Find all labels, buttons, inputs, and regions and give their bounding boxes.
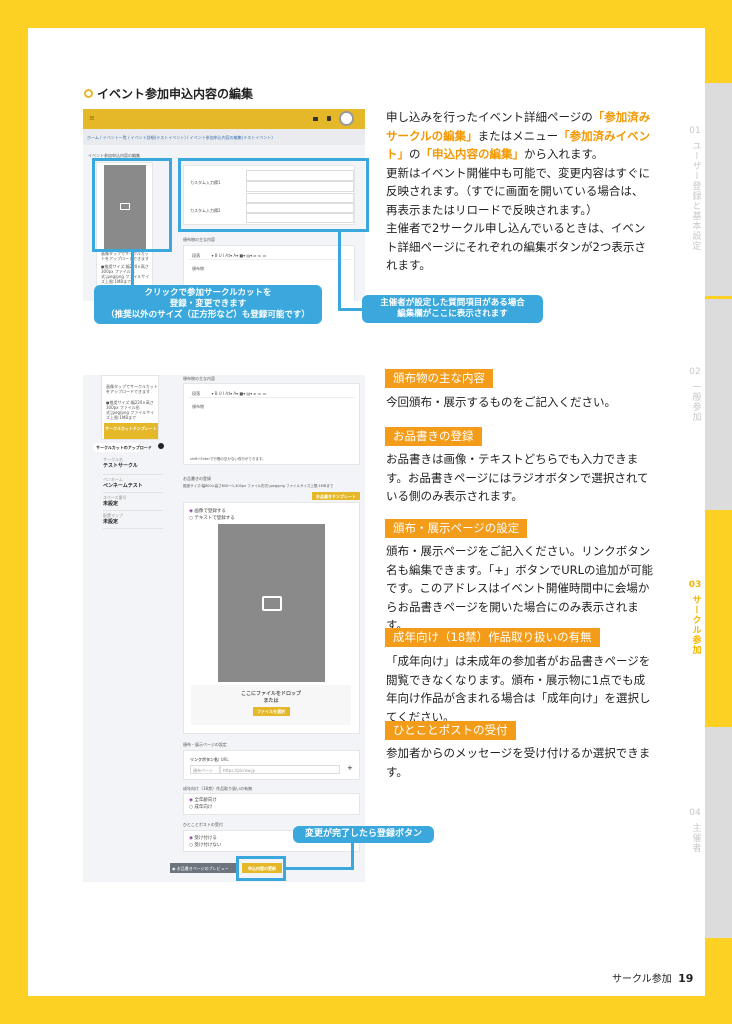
tab-label-02: 02 一般参加 [689, 367, 701, 422]
menu-image-placeholder[interactable] [218, 524, 325, 682]
items-label: 頒布物の主な内容 [183, 237, 215, 242]
text-menu: お品書きは画像・テキストどちらでも入力できます。お品書きページにはラジオボタンで… [386, 452, 649, 503]
avatar[interactable] [339, 111, 354, 126]
items-editor[interactable]: 段落 ▾ B U I A‡▾ A▾ ■▾ ▤▾ ⌀ ≔ ≕ 頒布物 shift+… [183, 383, 360, 465]
editor-placeholder: 頒布物 [192, 266, 204, 271]
help-icon[interactable] [158, 443, 164, 449]
cut-note: 画像タップでサークルカットをアップロードできます [101, 251, 149, 261]
footer-chapter: サークル参加 [612, 974, 672, 985]
text-adult: 「成年向け」は未成年の参加者がお品書きページを閲覧できなくなります。頒布・展示物… [386, 654, 651, 724]
radio-adult[interactable]: ○ 成年向け [189, 804, 212, 811]
highlight-custom [178, 158, 369, 232]
breadcrumb-text[interactable]: ホーム / イベント一覧 / イベント詳細(テストイベント) / イベント参加申… [87, 135, 273, 140]
link-label: リンクボタン名/ URL [190, 757, 229, 762]
section-title: イベント参加申込内容の編集 [97, 87, 254, 101]
menu-card: ◉ 画像で登録する ○ テキストで登録する ここにファイルをドロップ または フ… [183, 502, 360, 734]
tab-label-01: 01 ユーザー登録と基本設定 [689, 126, 701, 251]
lock-icon[interactable] [327, 116, 331, 121]
heading-items: 頒布物の主な内容 [385, 369, 493, 388]
link-url-input[interactable]: https://picrew.jp [220, 765, 340, 774]
screenshot-edit-bottom: 画像タップでサークルカットをアップロードできます ●推奨サイズ:幅220×高さ3… [83, 375, 365, 882]
cut-upload-button[interactable]: サークルカットのアップロード [93, 443, 152, 452]
intro-paragraph: 申し込みを行ったイベント詳細ページの「参加済みサークルの編集」またはメニュー「参… [386, 110, 651, 272]
radio-image[interactable]: ◉ 画像で登録する [189, 508, 226, 515]
heading-post: ひとことポストの受付 [385, 721, 516, 740]
callout-cut: クリックで参加サークルカットを 登録・変更できます （推奨以外のサイズ（正方形な… [94, 285, 322, 324]
radio-post-no[interactable]: ○ 受け付けない [189, 842, 221, 849]
heading-adult: 成年向け（18禁）作品取り扱いの有無 [385, 628, 600, 647]
text-items: 今回頒布・展示するものをご記入ください。 [386, 395, 616, 409]
connector [338, 232, 341, 310]
cut-template-button[interactable]: サークルカットテンプレート [104, 423, 158, 439]
radio-post-yes[interactable]: ◉ 受け付ける [189, 835, 217, 842]
page-number: 19 [678, 972, 694, 985]
editor-placeholder: 頒布物 [192, 404, 204, 409]
mail-icon[interactable] [313, 117, 318, 121]
connector [286, 867, 354, 870]
menu-note: 推奨サイズ:幅800×高さ800〜1,400px ファイル形式:jpeg/png… [183, 484, 334, 488]
page-footer: サークル参加 19 [612, 970, 693, 985]
radio-all-ages[interactable]: ◉ 全年齢向け [189, 797, 217, 804]
post-label: ひとことポストの受付 [183, 822, 223, 827]
bullet-icon [84, 89, 93, 98]
heading-menu: お品書きの登録 [385, 427, 482, 446]
select-file-button[interactable]: ファイルを選択 [252, 707, 290, 716]
cut-card[interactable]: 画像タップでサークルカットをアップロードできます ●推奨サイズ:幅220×高さ3… [101, 375, 159, 440]
text-page: 頒布・展示ページをご記入ください。リンクボタン名も編集できます。「+」ボタンでU… [386, 544, 654, 632]
callout-submit: 変更が完了したら登録ボタン [293, 826, 434, 843]
breadcrumb: ホーム / イベント一覧 / イベント詳細(テストイベント) / イベント参加申… [83, 129, 365, 145]
highlight-submit [236, 856, 286, 881]
adult-card: ◉ 全年齢向け ○ 成年向け [183, 793, 360, 815]
add-url-button[interactable]: + [347, 764, 353, 772]
tab-label-03: 03 サークル参加 [688, 580, 702, 655]
tab-03[interactable] [705, 512, 732, 724]
editor-toolbar[interactable]: 段落 ▾ B U I A‡▾ A▾ ■▾ ▤▾ ⌀ ≔ ≕ [189, 388, 355, 398]
file-dropzone[interactable]: ここにファイルをドロップ または ファイルを選択 [191, 685, 351, 725]
highlight-cut [92, 158, 172, 252]
link-name-input[interactable]: 頒布ページ [190, 765, 220, 774]
radio-text[interactable]: ○ テキストで登録する [189, 515, 235, 522]
editor-note: shift+Enterで行間の空かない改行ができます。 [190, 457, 266, 461]
cut-size: ●推奨サイズ:幅220×高さ300px ファイル形式:jpeg/png ファイル… [106, 400, 155, 420]
cut-note: 画像タップでサークルカットをアップロードできます [106, 384, 158, 394]
callout-custom: 主催者が設定した質問項目がある場合 編集欄がここに表示されます [362, 295, 543, 323]
menu-label: お品書きの登録 [183, 476, 211, 481]
tab-04[interactable] [705, 727, 732, 938]
tab-label-04: 04 主催者 [689, 808, 701, 853]
style-select[interactable]: 段落 [192, 253, 200, 258]
page-label: 頒布・展示ページの設定 [183, 742, 227, 747]
link-card: リンクボタン名/ URL 頒布ページ https://picrew.jp + [183, 750, 360, 780]
menu-icon[interactable]: ≡ [89, 114, 95, 122]
image-icon [262, 596, 282, 611]
menu-template-button[interactable]: お品書きテンプレート [312, 492, 360, 500]
tab-strip-top [705, 0, 732, 80]
tab-02[interactable] [705, 299, 732, 510]
preview-button[interactable]: ◉ お品書きページのプレビュー [170, 863, 237, 873]
app-header: ≡ [83, 109, 365, 129]
cut-size: ●推奨サイズ:幅220×高さ300px ファイル形式:jpeg/png ファイル… [101, 264, 150, 284]
editor-toolbar[interactable]: 段落 ▾ B U I A‡▾ A▾ ■▾ ▤▾ ⌀ ≔ ≕ [189, 250, 351, 260]
tab-01[interactable] [705, 83, 732, 296]
circle-info: サークル名 テストサークル ペンネーム ペンネームテスト スペース番号 未設定 配置マ… [103, 457, 163, 529]
items-label: 頒布物の主な内容 [183, 376, 215, 381]
adult-label: 成年向け（18禁）作品取り扱いの有無 [183, 786, 253, 791]
heading-page: 頒布・展示ページの設定 [385, 519, 528, 538]
text-post: 参加者からのメッセージを受け付けるか選択できます。 [386, 746, 651, 779]
connector [131, 252, 134, 286]
